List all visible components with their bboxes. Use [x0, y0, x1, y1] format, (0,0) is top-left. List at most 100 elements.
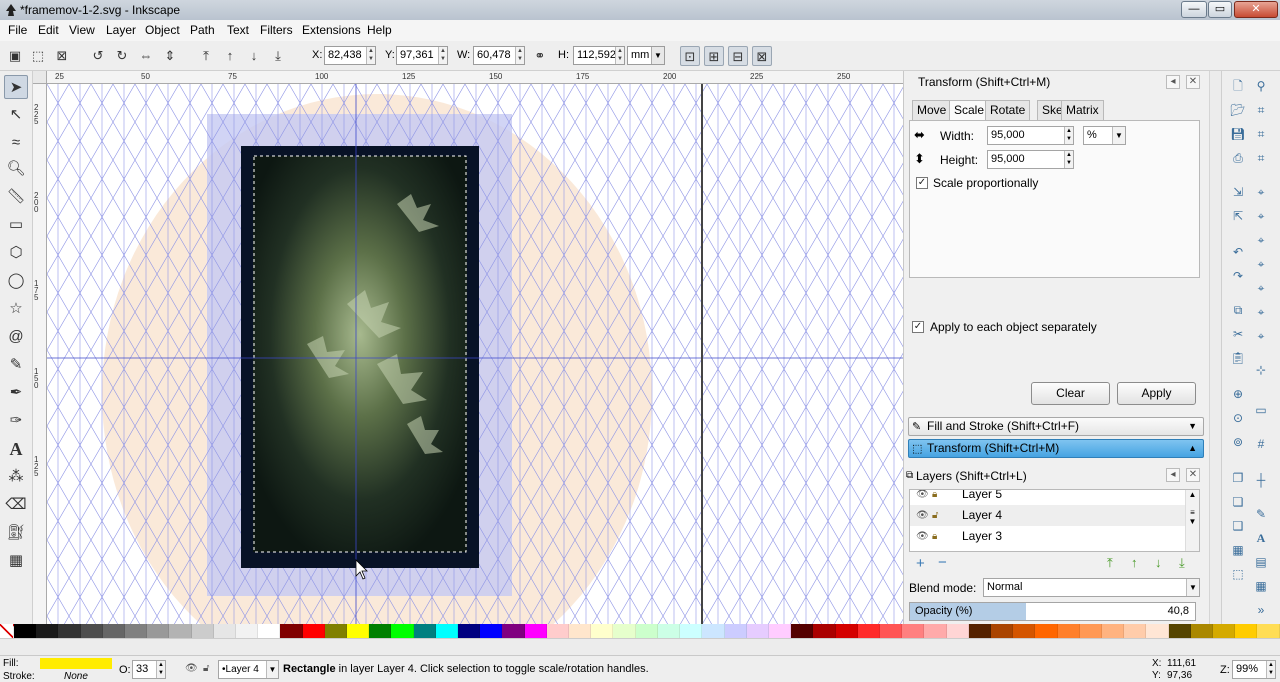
group-icon[interactable]: ▦: [1229, 541, 1247, 559]
palette-swatch[interactable]: [1079, 624, 1102, 638]
flip-horizontal-icon[interactable]: ⇔: [136, 46, 156, 66]
palette-swatch[interactable]: [569, 624, 592, 638]
text-tool-icon[interactable]: A: [4, 437, 28, 461]
palette-swatch[interactable]: [1190, 624, 1213, 638]
undo-icon[interactable]: ↶: [1229, 243, 1247, 261]
remove-layer-icon[interactable]: −: [938, 554, 947, 571]
x-spin-arrows-icon[interactable]: ▲ ▼: [366, 47, 375, 64]
palette-swatch[interactable]: [458, 624, 481, 638]
fill-stroke-panel-header[interactable]: ✎ Fill and Stroke (Shift+Ctrl+F) ▼: [908, 417, 1204, 436]
raise-icon[interactable]: ↑: [220, 46, 240, 66]
zoom-selection-icon[interactable]: ⊕: [1229, 385, 1247, 403]
palette-swatch[interactable]: [169, 624, 192, 638]
panel-iconify-icon[interactable]: ◂: [1166, 75, 1180, 89]
palette-swatch[interactable]: [324, 624, 348, 638]
layer-row[interactable]: 👁︎ 🔒︎ Layer 5: [910, 490, 1185, 505]
pencil-tool-icon[interactable]: ✎: [4, 353, 28, 377]
3d-box-tool-icon[interactable]: ⬡: [4, 241, 28, 265]
palette-swatch[interactable]: [746, 624, 769, 638]
layer-row[interactable]: 👁︎ 🔒︎ Layer 3: [910, 526, 1185, 547]
unit-dropdown-icon[interactable]: ▼: [651, 47, 664, 64]
rotate-cw-icon[interactable]: ↻: [112, 46, 132, 66]
select-all-icon[interactable]: ▣: [5, 46, 25, 66]
dock-scrollbar[interactable]: [1209, 71, 1221, 624]
palette-swatch[interactable]: [213, 624, 237, 638]
palette-swatch[interactable]: [835, 624, 858, 638]
tab-rotate[interactable]: Rotate: [985, 100, 1031, 121]
palette-swatch[interactable]: [657, 624, 681, 638]
node-tool-icon[interactable]: ↖: [4, 103, 28, 127]
layers-iconify-icon[interactable]: ◂: [1166, 468, 1180, 482]
current-layer-select[interactable]: •Layer 4 ▼: [218, 660, 279, 679]
menu-object[interactable]: Object: [145, 23, 180, 37]
measure-tool-icon[interactable]: 📏︎: [4, 185, 28, 209]
zoom-tool-icon[interactable]: 🔍︎: [4, 157, 28, 181]
snap-midpoints-icon[interactable]: ⌖: [1252, 303, 1270, 321]
palette-swatch[interactable]: [502, 624, 525, 638]
snap-bbox-edges-icon[interactable]: ⌗: [1252, 125, 1270, 143]
h-spin-arrows-icon[interactable]: ▲ ▼: [615, 47, 624, 64]
clear-button[interactable]: Clear: [1031, 382, 1110, 405]
snap-guide-icon[interactable]: ┼: [1252, 471, 1270, 489]
xml-editor-icon[interactable]: ✎: [1252, 505, 1270, 523]
menu-text[interactable]: Text: [227, 23, 249, 37]
move-gradients-icon[interactable]: ⊟: [728, 46, 748, 66]
palette-swatch[interactable]: [258, 624, 281, 638]
panel-close-icon[interactable]: ✕: [1186, 75, 1200, 89]
copy-icon[interactable]: ⧉: [1229, 301, 1247, 319]
save-icon[interactable]: 💾︎: [1229, 125, 1247, 143]
w-spin-arrows-icon[interactable]: ▲ ▼: [515, 47, 524, 64]
snap-page-icon[interactable]: ▭: [1252, 401, 1270, 419]
maximize-button[interactable]: ▭: [1208, 1, 1232, 18]
zoom-input[interactable]: 99% ▲ ▼: [1232, 660, 1276, 679]
palette-swatch[interactable]: [280, 624, 303, 638]
palette-swatch[interactable]: [702, 624, 725, 638]
palette-swatch[interactable]: [480, 624, 503, 638]
palette-swatch[interactable]: [591, 624, 614, 638]
menu-path[interactable]: Path: [190, 23, 215, 37]
palette-swatch[interactable]: [1035, 624, 1058, 638]
ungroup-icon[interactable]: ⬚: [1229, 565, 1247, 583]
palette-swatch[interactable]: [990, 624, 1014, 638]
selector-tool-icon[interactable]: ➤: [4, 75, 28, 99]
more-commands-icon[interactable]: »: [1252, 601, 1270, 619]
palette-swatch[interactable]: [347, 624, 370, 638]
y-input[interactable]: 97,361 ▲ ▼: [396, 46, 448, 65]
palette-swatch[interactable]: [1124, 624, 1147, 638]
palette-swatch[interactable]: [879, 624, 903, 638]
raise-layer-top-icon[interactable]: ⤒: [1107, 555, 1113, 571]
h-input[interactable]: 112,592 ▲ ▼: [573, 46, 625, 65]
palette-swatch[interactable]: [147, 624, 170, 638]
tab-move[interactable]: Move: [912, 100, 952, 121]
palette-swatch[interactable]: [635, 624, 658, 638]
palette-swatch[interactable]: [58, 624, 81, 638]
import-icon[interactable]: ⇲: [1229, 183, 1247, 201]
blend-mode-dropdown-icon[interactable]: ▼: [1186, 579, 1199, 596]
vertical-ruler[interactable]: 225 200 175 150 125: [33, 84, 47, 624]
layer-row[interactable]: 👁︎ 🔓︎ Layer 4: [910, 505, 1185, 526]
palette-swatch[interactable]: [191, 624, 214, 638]
palette-swatch[interactable]: [1257, 624, 1280, 638]
snap-rotation-center-icon[interactable]: ⊹: [1252, 361, 1270, 379]
apply-each-checkbox[interactable]: ✓: [912, 321, 924, 333]
layers-scrollbar[interactable]: ▲ ≡ ▼: [1185, 490, 1199, 551]
blend-mode-select[interactable]: Normal ▼: [983, 578, 1200, 597]
zoom-page-icon[interactable]: ⊚: [1229, 433, 1247, 451]
snap-intersections-icon[interactable]: ⌖: [1252, 231, 1270, 249]
palette-swatch[interactable]: [1101, 624, 1125, 638]
rotate-ccw-icon[interactable]: ↺: [88, 46, 108, 66]
palette-swatch[interactable]: [1146, 624, 1169, 638]
snap-centers-icon[interactable]: ⌖: [1252, 327, 1270, 345]
lock-icon[interactable]: 🔒︎: [932, 526, 937, 547]
lower-layer-icon[interactable]: ↓: [1155, 555, 1162, 570]
palette-swatch[interactable]: [1168, 624, 1191, 638]
close-button[interactable]: ✕: [1234, 1, 1278, 18]
snap-paths-icon[interactable]: ⌖: [1252, 207, 1270, 225]
stroke-value[interactable]: None: [64, 671, 88, 682]
raise-to-top-icon[interactable]: ⤒: [196, 46, 216, 66]
menu-edit[interactable]: Edit: [38, 23, 59, 37]
palette-swatch[interactable]: [902, 624, 925, 638]
object-opacity-input[interactable]: 33 ▲ ▼: [132, 660, 166, 679]
palette-scrollbar[interactable]: [0, 638, 1280, 655]
transform-panel-header[interactable]: ⬚ Transform (Shift+Ctrl+M) ▲: [908, 439, 1204, 458]
